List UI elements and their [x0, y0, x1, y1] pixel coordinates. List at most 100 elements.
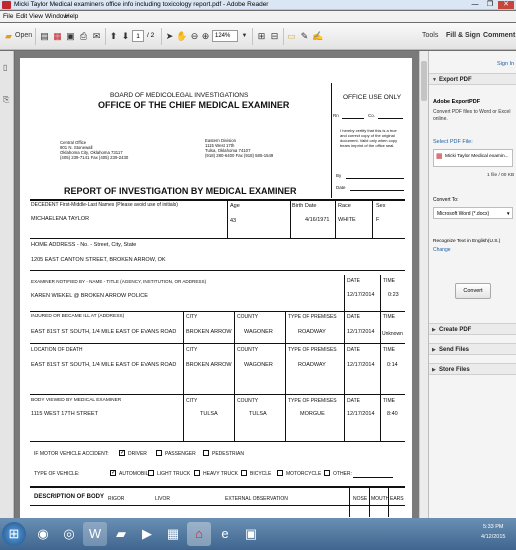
- convert-description: Convert PDF files to Word or Excel: [433, 109, 511, 115]
- comment-tab[interactable]: Comment: [483, 32, 515, 39]
- scrollbar-thumb[interactable]: [421, 61, 427, 101]
- select-cursor-icon[interactable]: ➤: [164, 31, 175, 42]
- sign-in-link[interactable]: Sign In: [497, 61, 514, 67]
- hand-tool-icon[interactable]: ✋: [176, 31, 187, 42]
- previous-page-icon[interactable]: ⬆: [108, 31, 119, 42]
- select-pdf-file-label[interactable]: Select PDF File:: [433, 139, 473, 145]
- death-city: BROKEN ARROW: [186, 362, 232, 368]
- menu-edit[interactable]: Edit: [16, 13, 27, 20]
- tools-tab[interactable]: Tools: [422, 32, 438, 39]
- menu-view[interactable]: View: [29, 13, 43, 20]
- document-view[interactable]: BOARD OF MEDICOLEGAL INVESTIGATIONS OFFI…: [15, 51, 419, 518]
- home-address-value: 1205 EAST CANTON STREET, BROKEN ARROW, O…: [31, 257, 166, 263]
- clock-time[interactable]: 5:33 PM: [483, 524, 503, 530]
- motorcycle-label: MOTORCYCLE: [286, 471, 322, 477]
- driver-label: DRIVER: [128, 451, 147, 457]
- highlight-icon[interactable]: ✎: [299, 31, 310, 42]
- viewed-premises: MORGUE: [300, 411, 325, 417]
- birth-date-label: Birth Date: [292, 203, 317, 209]
- convert-button[interactable]: Convert: [455, 283, 491, 299]
- automobile-checkbox[interactable]: ✓: [110, 470, 116, 476]
- create-pdf-icon[interactable]: ▤: [39, 31, 50, 42]
- sign-icon[interactable]: ✍: [312, 31, 323, 42]
- passenger-checkbox[interactable]: [156, 450, 162, 456]
- pdf-icon[interactable]: ▦: [52, 31, 63, 42]
- fill-sign-tab[interactable]: Fill & Sign: [446, 32, 480, 39]
- date-header: DATE: [347, 278, 360, 284]
- open-button[interactable]: Open: [15, 32, 32, 39]
- page-number-input[interactable]: 1: [132, 30, 144, 42]
- firefox-icon[interactable]: ◎: [57, 522, 81, 546]
- store-files-header[interactable]: ▶ Store Files: [429, 363, 516, 375]
- fit-width-icon[interactable]: ⊟: [269, 31, 280, 42]
- email-icon[interactable]: ✉: [91, 31, 102, 42]
- other-label: OTHER:: [333, 471, 352, 477]
- next-page-icon[interactable]: ⬇: [120, 31, 131, 42]
- time-header: TIME: [383, 347, 395, 353]
- clock-date[interactable]: 4/12/2015: [481, 534, 505, 540]
- motorcycle-checkbox[interactable]: [277, 470, 283, 476]
- report-title: REPORT OF INVESTIGATION BY MEDICAL EXAMI…: [64, 186, 297, 196]
- adobe-reader-taskbar-icon[interactable]: ⌂: [187, 522, 211, 546]
- zoom-level-select[interactable]: 124%: [212, 30, 238, 42]
- convert-format-select[interactable]: Microsoft Word (*.docx) ▼: [433, 207, 513, 219]
- close-button[interactable]: ✕: [498, 1, 514, 9]
- chevron-down-icon: ▼: [506, 211, 511, 216]
- menu-file[interactable]: File: [3, 13, 13, 20]
- attachments-icon[interactable]: ⎘: [3, 95, 9, 105]
- vehicle-type-label: TYPE OF VEHICLE:: [34, 471, 80, 477]
- sticky-note-icon[interactable]: ▭: [286, 31, 297, 42]
- death-county: WAGONER: [244, 362, 273, 368]
- chevron-down-icon[interactable]: ▼: [239, 31, 250, 42]
- taskbar: ⊞ ◉ ◎ W ▰ ▶ ▦ ⌂ e ▣ 5:33 PM 4/12/2015: [0, 518, 516, 550]
- heavy-truck-checkbox[interactable]: [194, 470, 200, 476]
- print-icon[interactable]: ⎙: [78, 31, 89, 42]
- injured-label: INJURED OR BECAME ILL AT (ADDRESS): [31, 314, 125, 319]
- store-icon[interactable]: ▣: [239, 522, 263, 546]
- livor-label: LIVOR: [155, 496, 171, 502]
- vertical-scrollbar[interactable]: [419, 51, 428, 518]
- driver-checkbox[interactable]: ✓: [119, 450, 125, 456]
- save-icon[interactable]: ▣: [65, 31, 76, 42]
- page-total: / 2: [147, 32, 155, 39]
- examiner-notified-label: EXAMINER NOTIFIED BY - NAME - TITLE (AGE…: [31, 279, 207, 284]
- race-value: WHITE: [338, 217, 356, 223]
- export-pdf-header[interactable]: ▼ Export PDF: [429, 73, 516, 85]
- menu-help[interactable]: Help: [65, 13, 78, 20]
- other-checkbox[interactable]: [324, 470, 330, 476]
- zoom-in-icon[interactable]: ⊕: [200, 31, 211, 42]
- city-header: CITY: [186, 398, 198, 404]
- eastern-division-line: (918) 280-6400 Fax (918) 585-1549: [205, 153, 274, 158]
- notified-time: 0:23: [388, 292, 399, 298]
- folder-icon[interactable]: ▰: [109, 522, 133, 546]
- page-thumbnails-icon[interactable]: ▯: [3, 63, 7, 72]
- zoom-out-icon[interactable]: ⊖: [189, 31, 200, 42]
- viewed-city: TULSA: [200, 411, 218, 417]
- internet-explorer-icon[interactable]: e: [213, 522, 237, 546]
- pedestrian-checkbox[interactable]: [203, 450, 209, 456]
- selected-file-box[interactable]: ▦ Micki Taylor Medical examin...: [433, 149, 513, 167]
- send-files-label: Send Files: [439, 347, 470, 353]
- maximize-button[interactable]: ❐: [483, 1, 497, 9]
- calculator-icon[interactable]: ▦: [161, 522, 185, 546]
- notified-date: 12/17/2014: [347, 292, 375, 298]
- death-location: EAST 81ST ST SOUTH, 1/4 MILE EAST OF EVA…: [31, 362, 177, 368]
- pdf-file-icon: ▦: [436, 153, 443, 160]
- fit-page-icon[interactable]: ⊞: [256, 31, 267, 42]
- bicycle-checkbox[interactable]: [241, 470, 247, 476]
- start-button[interactable]: ⊞: [2, 522, 26, 546]
- minimize-button[interactable]: —: [468, 1, 482, 9]
- date-header: DATE: [347, 347, 360, 353]
- death-date: 12/17/2014: [347, 362, 375, 368]
- word-icon[interactable]: W: [83, 522, 107, 546]
- windows-media-icon[interactable]: ▶: [135, 522, 159, 546]
- send-files-header[interactable]: ▶ Send Files: [429, 343, 516, 355]
- city-header: CITY: [186, 347, 198, 353]
- office-use-heading: OFFICE USE ONLY: [343, 94, 402, 101]
- folder-icon[interactable]: ▰: [3, 31, 14, 42]
- light-truck-checkbox[interactable]: [148, 470, 154, 476]
- create-pdf-header[interactable]: ▶ Create PDF: [429, 323, 516, 335]
- date-header: DATE: [347, 314, 360, 320]
- change-link[interactable]: Change: [433, 247, 451, 253]
- chrome-icon[interactable]: ◉: [31, 522, 55, 546]
